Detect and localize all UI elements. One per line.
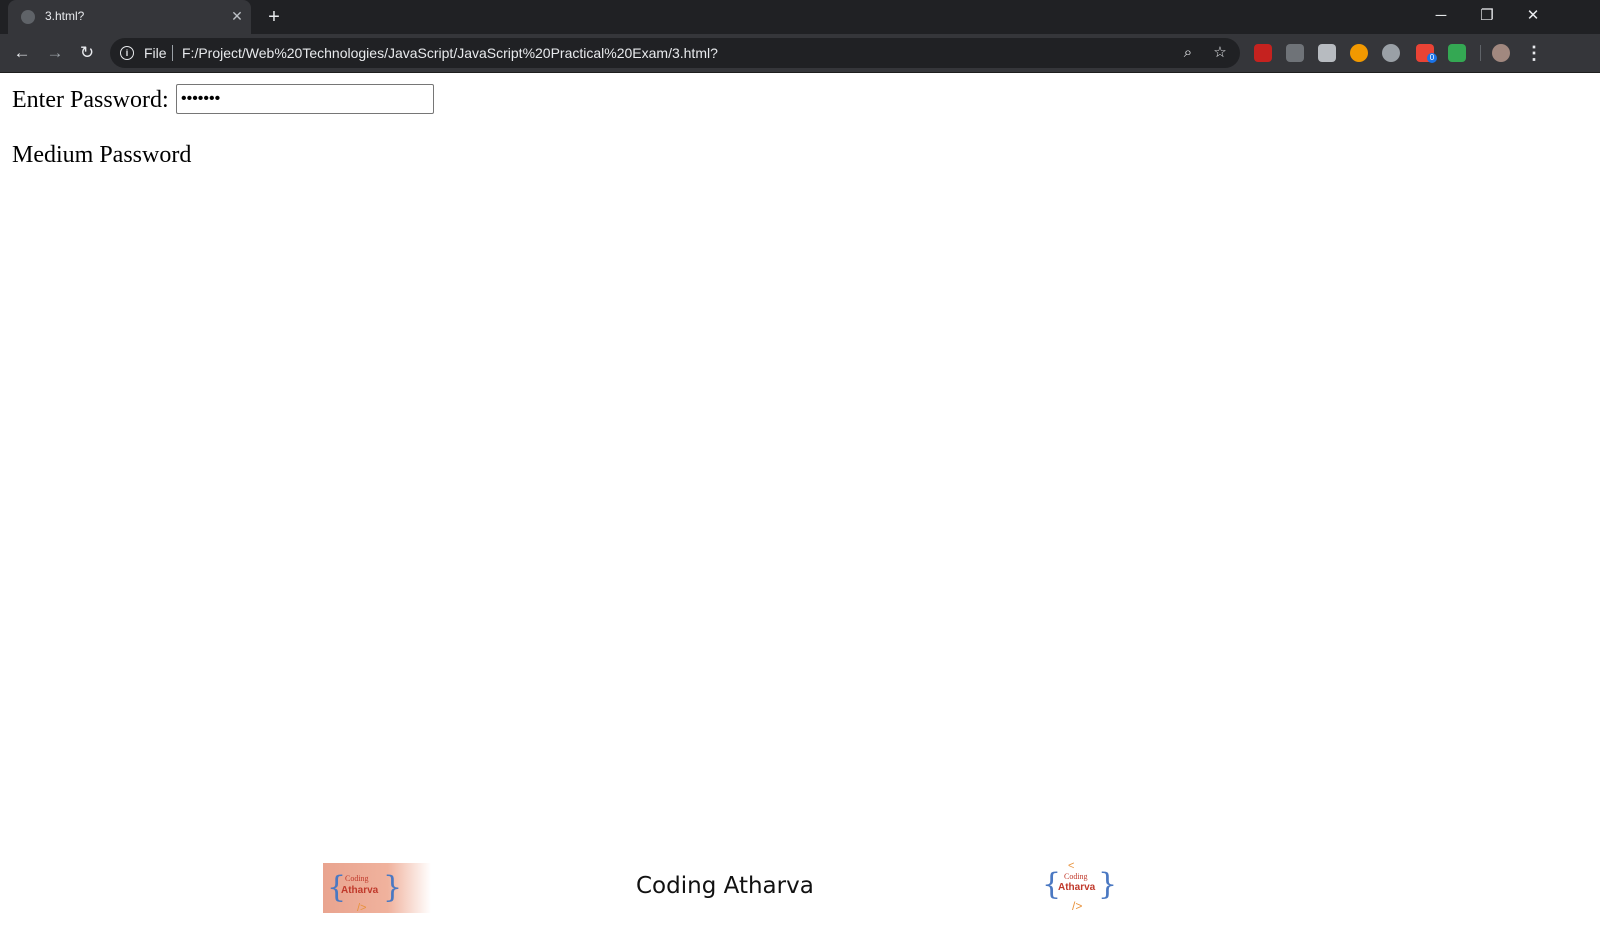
svg-text:}: } [383,870,402,905]
bookmark-star-icon[interactable]: ☆ [1210,43,1230,63]
logo-right-top: Coding [1064,872,1088,881]
globe-icon [21,10,35,24]
logo-right-close: /> [1072,899,1082,913]
logo-left-main: Atharva [341,885,379,896]
tab-title: 3.html? [45,9,85,23]
url-text[interactable]: F:/Project/Web%20Technologies/JavaScript… [182,45,718,61]
brand-text: Coding Atharva [636,873,814,899]
close-window-icon[interactable]: ✕ [1510,0,1556,32]
extension-badge: 0 [1427,53,1437,63]
svg-text:}: } [1098,867,1114,902]
info-icon[interactable]: i [120,46,134,60]
zoom-icon[interactable]: ⌕ [1178,43,1198,63]
forward-arrow-icon[interactable]: → [43,41,67,65]
address-bar[interactable]: i File F:/Project/Web%20Technologies/Jav… [110,38,1240,68]
new-tab-button[interactable]: + [262,5,286,29]
password-input[interactable] [176,84,434,114]
close-tab-icon[interactable]: ✕ [228,7,246,25]
toolbar-divider [1480,45,1481,61]
profile-avatar[interactable] [1492,44,1510,62]
restore-icon[interactable]: ❐ [1464,0,1510,32]
cloud-extension-icon[interactable] [1382,44,1400,62]
back-arrow-icon[interactable]: ← [10,41,34,65]
password-strength-text: Medium Password [12,142,192,168]
extension-icon-3[interactable] [1318,44,1336,62]
extension-icon-1[interactable] [1254,44,1272,62]
password-label: Enter Password: [12,87,169,113]
logo-left-top: Coding [345,874,369,883]
extension-icon-2[interactable] [1286,44,1304,62]
omnibox-separator [172,45,173,61]
browser-tab[interactable]: 3.html? ✕ [8,0,251,34]
mail-extension-icon[interactable] [1448,44,1466,62]
browser-toolbar: ← → ↻ i File F:/Project/Web%20Technologi… [0,34,1600,73]
minimize-icon[interactable]: ─ [1418,0,1464,32]
scheme-label: File [144,45,167,61]
page-content: Enter Password: Medium Password [0,73,1600,950]
logo-right-main: Atharva [1058,882,1096,893]
coding-atharva-logo-left: { } Coding Atharva /> [323,863,431,914]
logo-left-close: /> [357,902,366,913]
menu-kebab-icon[interactable]: ⋮ [1524,41,1544,65]
coding-atharva-logo-right: < { } Coding Atharva /> [1040,858,1117,914]
extension-icon-4[interactable] [1350,44,1368,62]
reload-icon[interactable]: ↻ [75,41,99,65]
logo-right-open: < [1068,860,1074,872]
extension-icon-badged[interactable]: 0 [1416,44,1437,63]
browser-tabstrip: 3.html? ✕ + ─ ❐ ✕ [0,0,1600,34]
